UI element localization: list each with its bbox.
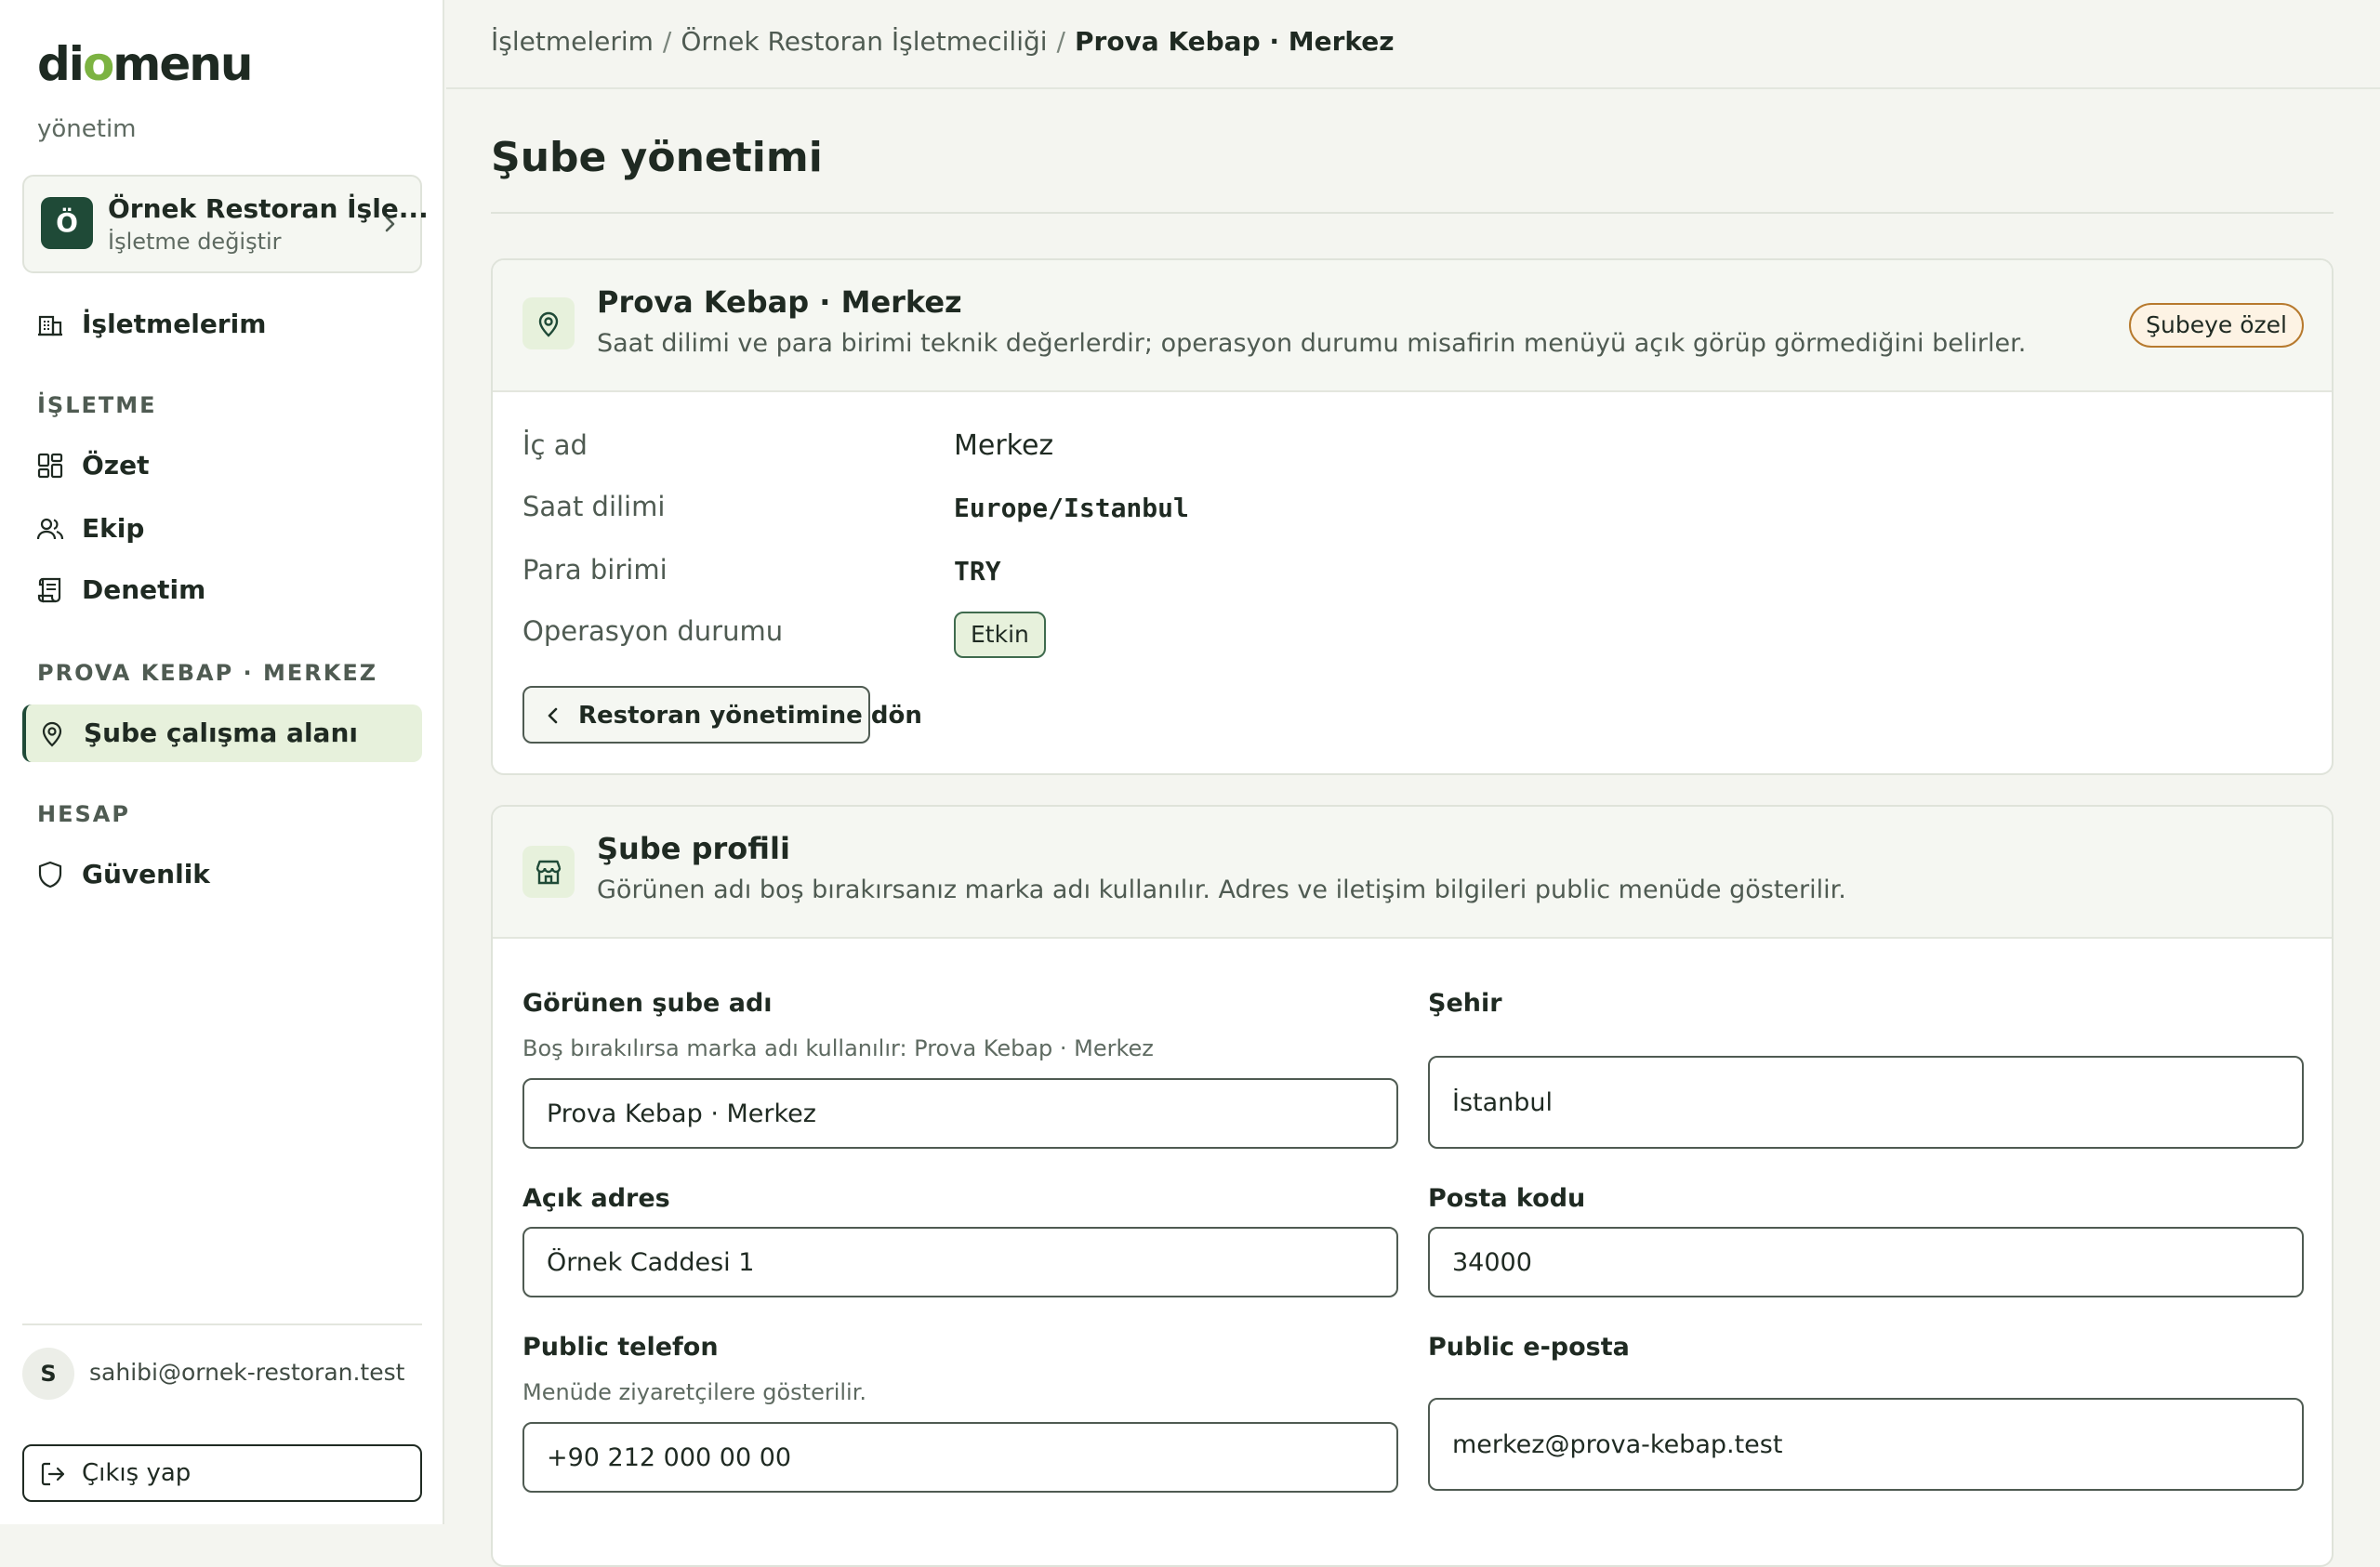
field-label-timezone: Saat dilimi [522, 491, 666, 522]
sidebar-item-overview[interactable]: Özet [22, 437, 422, 494]
business-switch-label: İşletme değiştir [108, 229, 282, 255]
sidebar-item-audit[interactable]: Denetim [22, 561, 422, 619]
user-email: sahibi@ornek-restoran.test [89, 1359, 405, 1386]
display-name-label: Görünen şube adı [522, 989, 773, 1018]
logout-button[interactable]: Çıkış yap [22, 1444, 422, 1502]
title-divider [491, 212, 2334, 214]
sidebar-item-branch-workspace[interactable]: Şube çalışma alanı [22, 704, 422, 762]
page-title: Şube yönetimi [491, 134, 823, 181]
address-label: Açık adres [522, 1184, 670, 1213]
card-title: Şube profili [597, 831, 790, 866]
breadcrumb: İşletmelerim / Örnek Restoran İşletmeciliğ… [491, 26, 1395, 57]
display-name-help: Boş bırakılırsa marka adı kullanılır: Pr… [522, 1035, 1154, 1061]
display-name-input[interactable] [522, 1078, 1398, 1149]
map-pin-icon [42, 721, 62, 747]
branch-profile-card: Şube profili Görünen adı boş bırakırsanı… [491, 805, 2334, 1567]
phone-label: Public telefon [522, 1333, 719, 1362]
sidebar-item-security[interactable]: Güvenlik [22, 846, 422, 903]
sidebar-item-label: Ekip [82, 513, 145, 544]
shield-icon [38, 861, 62, 889]
sidebar-item-businesses[interactable]: İşletmelerim [22, 296, 422, 353]
field-value-timezone: Europe/Istanbul [954, 493, 1189, 523]
address-input[interactable] [522, 1227, 1398, 1297]
nav-section-business: İŞLETME [37, 392, 157, 418]
top-bar: İşletmelerim / Örnek Restoran İşletmeciliğ… [446, 0, 2380, 89]
back-to-restaurant-button[interactable]: Restoran yönetimine dön [522, 686, 922, 744]
breadcrumb-link-businesses[interactable]: İşletmelerim [491, 26, 654, 57]
logo-subtitle: yönetim [37, 115, 137, 143]
breadcrumb-current: Prova Kebap · Merkez [1074, 26, 1395, 57]
sidebar-item-label: Şube çalışma alanı [84, 718, 358, 748]
card-title: Prova Kebap · Merkez [597, 284, 962, 320]
app-root: diomenu yönetim Ö Örnek Restoran İşle...… [0, 0, 2380, 1567]
card-description: Görünen adı boş bırakırsanız marka adı k… [597, 876, 1846, 904]
card-header: Şube profili Görünen adı boş bırakırsanı… [493, 807, 2332, 939]
building-icon [38, 315, 62, 336]
users-icon [36, 518, 64, 540]
postal-code-input[interactable] [1428, 1227, 2304, 1297]
nav-section-branch: PROVA KEBAP · MERKEZ [37, 660, 378, 686]
business-avatar: Ö [41, 197, 93, 249]
logo-text: diomenu [37, 37, 253, 91]
chevron-left-icon [548, 707, 558, 724]
sidebar-divider [22, 1323, 422, 1325]
email-input[interactable] [1428, 1398, 2304, 1491]
logo-accent: o [82, 37, 114, 91]
status-badge: Etkin [954, 612, 1046, 658]
city-label: Şehir [1428, 989, 1502, 1018]
logout-label: Çıkış yap [82, 1459, 192, 1487]
brand-logo[interactable]: diomenu [37, 35, 253, 113]
user-avatar: S [22, 1348, 74, 1400]
sidebar-item-label: İşletmelerim [82, 309, 267, 339]
breadcrumb-separator: / [662, 26, 672, 57]
field-label-currency: Para birimi [522, 554, 668, 586]
business-name: Örnek Restoran İşle... [108, 193, 429, 224]
business-switcher[interactable]: Ö Örnek Restoran İşle... İşletme değişti… [22, 175, 429, 273]
breadcrumb-link-company[interactable]: Örnek Restoran İşletmeciliği [681, 26, 1047, 57]
email-label: Public e-posta [1428, 1333, 1630, 1362]
store-icon [536, 860, 562, 885]
scope-badge: Şubeye özel [2129, 303, 2304, 348]
field-value-internal-name: Merkez [954, 429, 1054, 462]
scroll-icon [37, 577, 61, 603]
dashboard-icon [37, 453, 63, 479]
city-input[interactable] [1428, 1056, 2304, 1149]
sidebar-item-label: Denetim [82, 574, 206, 605]
field-label-internal-name: İç ad [522, 429, 588, 461]
phone-input[interactable] [522, 1422, 1398, 1493]
logout-icon [41, 1462, 65, 1486]
sidebar-item-label: Özet [82, 450, 150, 481]
phone-help: Menüde ziyaretçilere gösterilir. [522, 1379, 867, 1405]
back-button-label: Restoran yönetimine dön [578, 702, 922, 730]
field-label-operation-status: Operasyon durumu [522, 615, 784, 647]
card-description: Saat dilimi ve para birimi teknik değerl… [597, 329, 2027, 358]
postal-code-label: Posta kodu [1428, 1184, 1586, 1213]
field-value-currency: TRY [954, 556, 1001, 586]
card-icon-box [522, 297, 575, 349]
map-pin-icon [538, 311, 559, 337]
breadcrumb-separator: / [1056, 26, 1065, 57]
sidebar-item-label: Güvenlik [82, 859, 210, 889]
branch-info-card: Prova Kebap · Merkez Saat dilimi ve para… [491, 258, 2334, 775]
sidebar-item-team[interactable]: Ekip [22, 500, 422, 558]
nav-section-account: HESAP [37, 801, 130, 827]
card-icon-box [522, 846, 575, 898]
chevron-right-icon [385, 216, 395, 232]
sidebar: diomenu yönetim Ö Örnek Restoran İşle...… [0, 0, 444, 1524]
card-header: Prova Kebap · Merkez Saat dilimi ve para… [493, 260, 2332, 392]
